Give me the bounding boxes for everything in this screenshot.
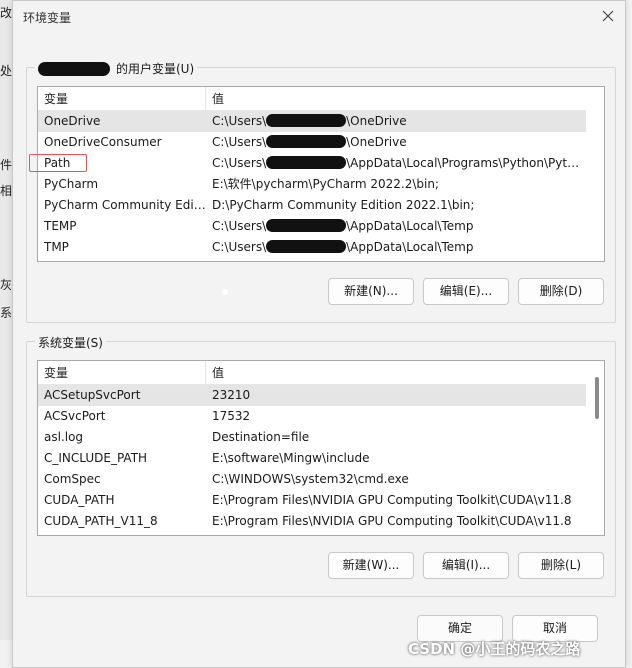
system-delete-button[interactable]: 删除(L) [518, 552, 604, 579]
bg-fragment: 灰 [0, 278, 13, 292]
variable-name: ComSpec [44, 472, 101, 486]
variable-name: PyCharm Community Editi... [44, 198, 206, 212]
table-row[interactable]: CUDA_PATH E:\Program Files\NVIDIA GPU Com… [38, 490, 586, 511]
column-header-variable[interactable]: 变量 [38, 361, 68, 385]
table-row[interactable]: PyCharm Community Editi... D:\PyCharm Com… [38, 195, 586, 216]
variable-name: TEMP [44, 219, 77, 233]
close-button[interactable] [597, 5, 619, 27]
redacted-username [38, 62, 110, 76]
variable-value: E:\软件\pycharm\PyCharm 2022.2\bin; [212, 177, 439, 191]
bg-fragment: 相 [0, 184, 13, 198]
scrollbar-thumb[interactable] [595, 377, 599, 419]
redacted-username [266, 156, 347, 169]
system-edit-button[interactable]: 编辑(I)... [423, 552, 509, 579]
column-header-variable[interactable]: 变量 [38, 87, 68, 111]
list-header: 变量 值 [38, 87, 586, 111]
table-row[interactable]: Path C:\Users\ \AppData\Local\Programs\Pyt… [38, 153, 586, 174]
variable-value: E:\software\Mingw\include [212, 451, 370, 465]
system-variables-list[interactable]: 变量 值 ACSetupSvcPort 23210 ACSvcPort 17532 as… [37, 360, 605, 536]
variable-value: D:\PyCharm Community Edition 2022.1\bin; [212, 198, 475, 212]
variable-value: C:\Users\ \OneDrive [212, 114, 407, 128]
user-delete-button[interactable]: 删除(D) [518, 278, 604, 305]
table-row[interactable]: CUDA_PATH_V11_8 E:\Program Files\NVIDIA G… [38, 511, 586, 532]
table-row[interactable]: C_INCLUDE_PATH E:\software\Mingw\include [38, 448, 586, 469]
table-row[interactable]: TMP C:\Users\ \AppData\Local\Temp [38, 237, 586, 258]
system-new-button[interactable]: 新建(W)... [328, 552, 414, 579]
system-variables-group: 系统变量(S) 变量 值 ACSetupSvcPort 23210 ACSvcPor… [26, 334, 616, 597]
table-row[interactable]: PyCharm E:\软件\pycharm\PyCharm 2022.2\bin; [38, 174, 586, 195]
variable-value: E:\Program Files\NVIDIA GPU Computing To… [212, 493, 572, 507]
system-list-scrollbar[interactable] [590, 361, 604, 535]
user-edit-button[interactable]: 编辑(E)... [423, 278, 509, 305]
user-variables-group: 的用户变量(U) 变量 值 OneDrive C:\Users\ \OneDrive… [26, 60, 616, 323]
table-row[interactable]: OneDrive C:\Users\ \OneDrive [38, 111, 586, 132]
redacted-username [266, 114, 347, 127]
table-row[interactable]: ComSpec C:\WINDOWS\system32\cmd.exe [38, 469, 586, 490]
redacted-username [266, 135, 347, 148]
bg-fragment: 处 [0, 64, 13, 78]
redacted-username [266, 219, 347, 232]
variable-value: Destination=file [212, 430, 310, 444]
table-row[interactable]: ACSetupSvcPort 23210 [38, 385, 586, 406]
variable-name: ACSetupSvcPort [44, 388, 141, 402]
bg-fragment: 件 [0, 158, 13, 172]
watermark: CSDN @小王的码农之路 [408, 640, 581, 658]
variable-name: CUDA_PATH [44, 493, 115, 507]
variable-name: asl.log [44, 430, 84, 444]
table-row[interactable]: OneDriveConsumer C:\Users\ \OneDrive [38, 132, 586, 153]
variable-name: C_INCLUDE_PATH [44, 451, 148, 465]
variable-name: CUDA_PATH_V11_8 [44, 514, 158, 528]
variable-name: OneDriveConsumer [44, 135, 162, 149]
variable-name: TMP [44, 240, 69, 254]
cursor-dot [222, 289, 228, 295]
variable-value: C:\Users\ \AppData\Local\Programs\Python\… [212, 156, 586, 170]
title-bar[interactable]: 环境变量 [13, 1, 625, 33]
environment-variables-dialog: 环境变量 的用户变量(U) 变量 值 OneDrive C:\Users\ \One… [12, 0, 626, 668]
column-header-value[interactable]: 值 [206, 87, 224, 111]
user-new-button[interactable]: 新建(N)... [328, 278, 414, 305]
variable-name: PyCharm [44, 177, 99, 191]
close-icon [602, 10, 614, 22]
variable-value: C:\WINDOWS\system32\cmd.exe [212, 472, 409, 486]
variable-value: 23210 [212, 388, 251, 402]
table-row[interactable]: TEMP C:\Users\ \AppData\Local\Temp [38, 216, 586, 237]
bg-fragment: 系 [0, 306, 13, 320]
variable-value: C:\Users\ \OneDrive [212, 135, 407, 149]
table-row[interactable]: ACSvcPort 17532 [38, 406, 586, 427]
variable-name: Path [44, 156, 71, 170]
variable-value: E:\Program Files\NVIDIA GPU Computing To… [212, 514, 572, 528]
user-group-label: 的用户变量(U) [35, 60, 198, 77]
user-variables-list[interactable]: 变量 值 OneDrive C:\Users\ \OneDrive OneDriveC… [37, 86, 605, 262]
variable-value: 17532 [212, 409, 251, 423]
redacted-username [266, 240, 347, 253]
variable-name: OneDrive [44, 114, 101, 128]
system-group-label: 系统变量(S) [35, 334, 106, 351]
column-header-value[interactable]: 值 [206, 361, 224, 385]
variable-value: C:\Users\ \AppData\Local\Temp [212, 240, 474, 254]
variable-name: ACSvcPort [44, 409, 106, 423]
dialog-title: 环境变量 [23, 11, 72, 25]
list-header: 变量 值 [38, 361, 586, 385]
table-row[interactable]: asl.log Destination=file [38, 427, 586, 448]
user-list-scrollbar[interactable] [590, 87, 604, 261]
variable-value: C:\Users\ \AppData\Local\Temp [212, 219, 474, 233]
